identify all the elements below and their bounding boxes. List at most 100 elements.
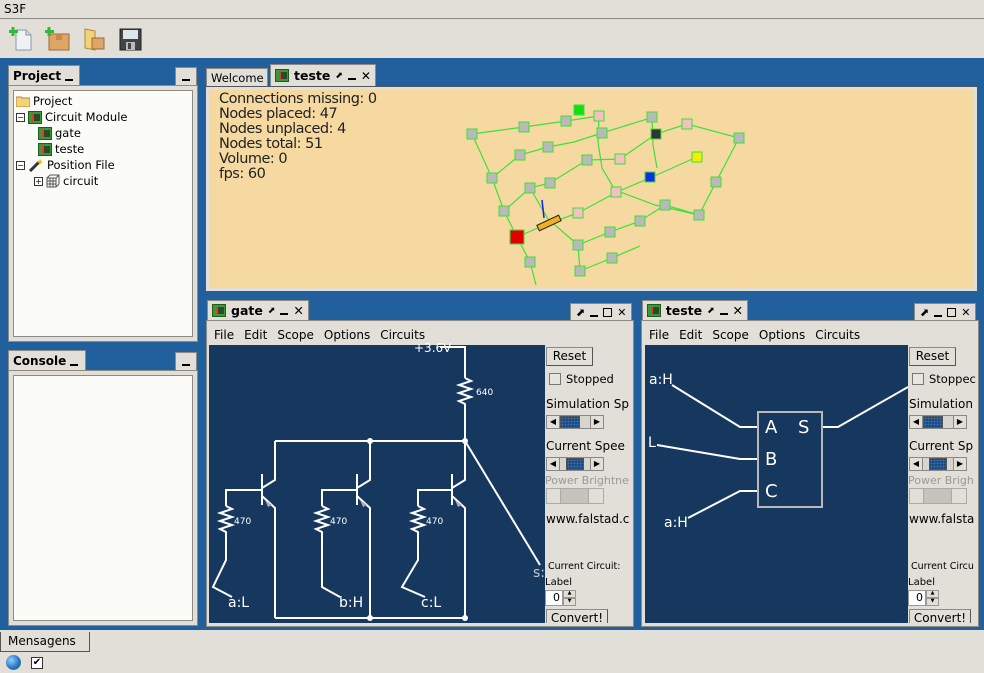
stopped-checkbox[interactable]: Stopped xyxy=(549,372,614,386)
gate-window-tab[interactable]: gate ⬈ ✕ xyxy=(207,300,309,320)
expand-toggle[interactable]: + xyxy=(34,176,43,186)
collapse-toggle[interactable]: − xyxy=(16,160,25,170)
scroll-left-icon[interactable]: ◀ xyxy=(910,458,923,470)
maximize-icon[interactable] xyxy=(603,308,613,317)
spin-down-icon[interactable]: ▼ xyxy=(926,598,939,606)
checkbox-icon[interactable]: ✔ xyxy=(31,656,43,669)
tree-item-position-file[interactable]: − Position File xyxy=(16,157,190,173)
tree-item-circuit-module[interactable]: − Circuit Module xyxy=(16,109,190,125)
undock-icon[interactable]: ⬈ xyxy=(335,71,343,81)
save-button[interactable] xyxy=(112,22,148,56)
input-a-label[interactable]: a:H xyxy=(649,372,673,388)
current-speed-slider[interactable]: ◀ ▶ xyxy=(909,457,967,471)
tree-item-gate[interactable]: gate xyxy=(16,125,190,141)
new-module-button[interactable] xyxy=(40,22,76,56)
slider-thumb[interactable] xyxy=(923,416,943,428)
minimize-icon[interactable] xyxy=(280,312,289,315)
slider-thumb[interactable] xyxy=(560,416,580,428)
menu-scope[interactable]: Scope xyxy=(712,328,749,342)
menu-options[interactable]: Options xyxy=(324,328,370,342)
convert-button[interactable]: Convert! xyxy=(546,609,608,623)
minimize-icon[interactable] xyxy=(347,77,356,80)
menu-file[interactable]: File xyxy=(649,328,669,342)
open-button[interactable] xyxy=(76,22,112,56)
circuit-module-icon xyxy=(38,126,52,140)
console-output[interactable] xyxy=(13,375,193,621)
undock-icon[interactable]: ⬈ xyxy=(268,306,276,316)
tab-teste[interactable]: teste ⬈ ✕ xyxy=(270,64,376,86)
scroll-right-icon[interactable]: ▶ xyxy=(590,416,603,428)
menu-file[interactable]: File xyxy=(214,328,234,342)
spin-down-icon[interactable]: ▼ xyxy=(563,598,576,606)
minimize-icon[interactable] xyxy=(934,314,943,317)
scroll-left-icon[interactable]: ◀ xyxy=(547,458,560,470)
checkbox[interactable] xyxy=(549,373,561,385)
close-icon[interactable]: ✕ xyxy=(617,306,626,319)
close-icon[interactable]: ✕ xyxy=(961,306,970,319)
minimize-icon[interactable] xyxy=(70,363,79,366)
undock-icon[interactable]: ⬈ xyxy=(920,306,929,319)
reset-button[interactable]: Reset xyxy=(546,347,593,366)
maximize-icon[interactable] xyxy=(947,308,957,317)
console-panel-tab[interactable]: Console xyxy=(8,350,86,370)
teste-window-tab[interactable]: teste ⬈ ✕ xyxy=(642,300,748,320)
gate-circuit-canvas[interactable]: +3.6V 640 470 470 470 a:L b:H c:L s: xyxy=(209,341,545,623)
new-file-button[interactable] xyxy=(4,22,40,56)
spin-up-icon[interactable]: ▲ xyxy=(563,590,576,598)
menu-edit[interactable]: Edit xyxy=(679,328,702,342)
scroll-left-icon[interactable]: ◀ xyxy=(910,416,923,428)
menu-edit[interactable]: Edit xyxy=(244,328,267,342)
close-icon[interactable]: ✕ xyxy=(361,69,371,83)
project-panel-tab[interactable]: Project xyxy=(8,65,80,85)
checkbox[interactable] xyxy=(912,373,924,385)
tree-item-teste[interactable]: teste xyxy=(16,141,190,157)
minimize-icon[interactable] xyxy=(719,312,728,315)
close-icon[interactable]: ✕ xyxy=(733,303,743,318)
undock-icon[interactable]: ⬈ xyxy=(576,306,585,319)
tab-welcome[interactable]: Welcome xyxy=(206,68,268,86)
tree-item-circuit[interactable]: + circuit xyxy=(16,173,190,189)
input-b-label[interactable]: L xyxy=(648,435,656,451)
close-icon[interactable]: ✕ xyxy=(293,303,303,318)
sim-speed-slider[interactable]: ◀ ▶ xyxy=(546,415,604,429)
label-spinner[interactable]: 0 ▲ ▼ xyxy=(908,590,939,606)
menu-circuits[interactable]: Circuits xyxy=(815,328,860,342)
scroll-right-icon[interactable]: ▶ xyxy=(590,458,603,470)
undock-icon[interactable]: ⬈ xyxy=(707,306,715,316)
label-spinner[interactable]: 0 ▲ ▼ xyxy=(545,590,576,606)
minimize-icon[interactable] xyxy=(590,314,599,317)
menu-options[interactable]: Options xyxy=(759,328,805,342)
wire xyxy=(451,441,466,489)
input-c-label[interactable]: a:H xyxy=(664,515,688,531)
menu-scope[interactable]: Scope xyxy=(277,328,314,342)
input-b-label[interactable]: b:H xyxy=(339,595,363,611)
minimize-icon[interactable] xyxy=(65,78,74,81)
input-c-label[interactable]: c:L xyxy=(421,595,441,611)
falstad-url[interactable]: www.falstad.c xyxy=(546,512,629,526)
globe-icon[interactable] xyxy=(6,655,21,670)
spinner-value[interactable]: 0 xyxy=(908,590,926,606)
project-panel-minimize-button[interactable] xyxy=(175,67,197,85)
slider-thumb[interactable] xyxy=(929,458,947,470)
scroll-right-icon[interactable]: ▶ xyxy=(953,416,966,428)
resistor-640 xyxy=(455,377,475,441)
console-panel-minimize-button[interactable] xyxy=(175,352,197,370)
current-speed-slider[interactable]: ◀ ▶ xyxy=(546,457,604,471)
slider-thumb[interactable] xyxy=(566,458,584,470)
collapse-toggle[interactable]: − xyxy=(16,112,25,122)
tree-item-project[interactable]: Project xyxy=(16,93,190,109)
sim-speed-slider[interactable]: ◀ ▶ xyxy=(909,415,967,429)
spin-up-icon[interactable]: ▲ xyxy=(926,590,939,598)
scroll-left-icon[interactable]: ◀ xyxy=(547,416,560,428)
convert-button[interactable]: Convert! xyxy=(909,609,971,623)
input-a-label[interactable]: a:L xyxy=(228,595,249,611)
spinner-value[interactable]: 0 xyxy=(545,590,563,606)
stopped-checkbox[interactable]: Stoppec xyxy=(912,372,976,386)
scroll-right-icon[interactable]: ▶ xyxy=(953,458,966,470)
falstad-url[interactable]: www.falsta xyxy=(909,512,974,526)
teste-circuit-canvas[interactable]: a:H L a:H A B C S xyxy=(645,345,908,623)
reset-button[interactable]: Reset xyxy=(909,347,956,366)
output-s-label[interactable]: s: xyxy=(533,565,545,581)
tab-mensagens[interactable]: Mensagens xyxy=(0,632,90,652)
menu-circuits[interactable]: Circuits xyxy=(380,328,425,342)
